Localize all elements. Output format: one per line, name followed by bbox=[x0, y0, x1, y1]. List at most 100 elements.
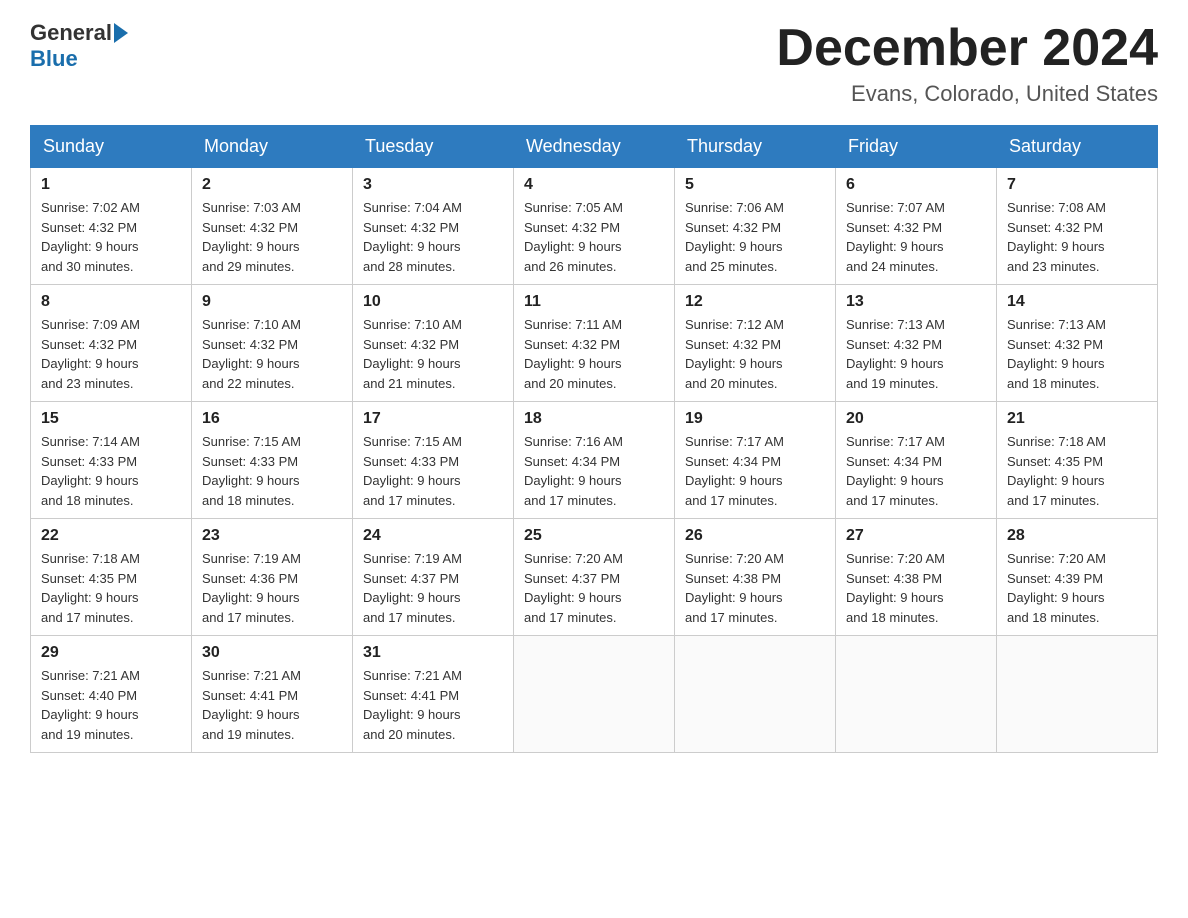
day-number: 15 bbox=[41, 410, 181, 428]
day-info: Sunrise: 7:13 AMSunset: 4:32 PMDaylight:… bbox=[846, 315, 986, 393]
calendar-week-row: 29Sunrise: 7:21 AMSunset: 4:40 PMDayligh… bbox=[31, 636, 1158, 753]
calendar-cell: 29Sunrise: 7:21 AMSunset: 4:40 PMDayligh… bbox=[31, 636, 192, 753]
day-info: Sunrise: 7:20 AMSunset: 4:38 PMDaylight:… bbox=[846, 549, 986, 627]
header-monday: Monday bbox=[192, 126, 353, 168]
calendar-cell bbox=[997, 636, 1158, 753]
calendar-cell: 30 Sunrise: 7:21 AMSunset: 4:41 PMDayligh… bbox=[192, 636, 353, 753]
calendar-cell: 10Sunrise: 7:10 AMSunset: 4:32 PMDayligh… bbox=[353, 285, 514, 402]
calendar-cell: 7Sunrise: 7:08 AMSunset: 4:32 PMDaylight… bbox=[997, 168, 1158, 285]
day-number: 16 bbox=[202, 410, 342, 428]
header-tuesday: Tuesday bbox=[353, 126, 514, 168]
day-number: 6 bbox=[846, 176, 986, 194]
day-info: Sunrise: 7:07 AMSunset: 4:32 PMDaylight:… bbox=[846, 198, 986, 276]
calendar-cell: 12Sunrise: 7:12 AMSunset: 4:32 PMDayligh… bbox=[675, 285, 836, 402]
calendar-cell: 4 Sunrise: 7:05 AMSunset: 4:32 PMDaylight… bbox=[514, 168, 675, 285]
day-number: 20 bbox=[846, 410, 986, 428]
day-info: Sunrise: 7:02 AMSunset: 4:32 PMDaylight:… bbox=[41, 198, 181, 276]
day-info: Sunrise: 7:17 AMSunset: 4:34 PMDaylight:… bbox=[685, 432, 825, 510]
day-number: 12 bbox=[685, 293, 825, 311]
header-sunday: Sunday bbox=[31, 126, 192, 168]
logo-arrow-icon bbox=[114, 23, 128, 43]
calendar-cell: 24Sunrise: 7:19 AMSunset: 4:37 PMDayligh… bbox=[353, 519, 514, 636]
day-info: Sunrise: 7:20 AMSunset: 4:38 PMDaylight:… bbox=[685, 549, 825, 627]
calendar-cell: 19 Sunrise: 7:17 AMSunset: 4:34 PMDayligh… bbox=[675, 402, 836, 519]
day-info: Sunrise: 7:21 AMSunset: 4:41 PMDaylight:… bbox=[202, 666, 342, 744]
day-number: 30 bbox=[202, 644, 342, 662]
calendar-cell: 11 Sunrise: 7:11 AMSunset: 4:32 PMDayligh… bbox=[514, 285, 675, 402]
day-number: 2 bbox=[202, 176, 342, 194]
day-number: 22 bbox=[41, 527, 181, 545]
day-number: 25 bbox=[524, 527, 664, 545]
calendar-cell: 13 Sunrise: 7:13 AMSunset: 4:32 PMDayligh… bbox=[836, 285, 997, 402]
logo-blue-text: Blue bbox=[30, 46, 78, 72]
day-number: 14 bbox=[1007, 293, 1147, 311]
header-friday: Friday bbox=[836, 126, 997, 168]
calendar-cell: 28 Sunrise: 7:20 AMSunset: 4:39 PMDayligh… bbox=[997, 519, 1158, 636]
day-info: Sunrise: 7:16 AMSunset: 4:34 PMDaylight:… bbox=[524, 432, 664, 510]
day-number: 10 bbox=[363, 293, 503, 311]
day-info: Sunrise: 7:15 AMSunset: 4:33 PMDaylight:… bbox=[202, 432, 342, 510]
day-number: 21 bbox=[1007, 410, 1147, 428]
calendar-cell: 15Sunrise: 7:14 AMSunset: 4:33 PMDayligh… bbox=[31, 402, 192, 519]
day-info: Sunrise: 7:18 AMSunset: 4:35 PMDaylight:… bbox=[1007, 432, 1147, 510]
calendar-cell: 8 Sunrise: 7:09 AMSunset: 4:32 PMDaylight… bbox=[31, 285, 192, 402]
calendar-cell bbox=[675, 636, 836, 753]
header: General Blue December 2024 Evans, Colora… bbox=[30, 20, 1158, 107]
calendar-cell: 22 Sunrise: 7:18 AMSunset: 4:35 PMDayligh… bbox=[31, 519, 192, 636]
calendar-cell: 14Sunrise: 7:13 AMSunset: 4:32 PMDayligh… bbox=[997, 285, 1158, 402]
calendar-cell: 3Sunrise: 7:04 AMSunset: 4:32 PMDaylight… bbox=[353, 168, 514, 285]
calendar-cell: 6 Sunrise: 7:07 AMSunset: 4:32 PMDaylight… bbox=[836, 168, 997, 285]
day-number: 4 bbox=[524, 176, 664, 194]
day-info: Sunrise: 7:03 AMSunset: 4:32 PMDaylight:… bbox=[202, 198, 342, 276]
calendar-cell: 31 Sunrise: 7:21 AMSunset: 4:41 PMDayligh… bbox=[353, 636, 514, 753]
calendar-cell: 27 Sunrise: 7:20 AMSunset: 4:38 PMDayligh… bbox=[836, 519, 997, 636]
day-number: 28 bbox=[1007, 527, 1147, 545]
day-info: Sunrise: 7:18 AMSunset: 4:35 PMDaylight:… bbox=[41, 549, 181, 627]
day-info: Sunrise: 7:05 AMSunset: 4:32 PMDaylight:… bbox=[524, 198, 664, 276]
calendar-cell: 2 Sunrise: 7:03 AMSunset: 4:32 PMDaylight… bbox=[192, 168, 353, 285]
calendar-cell: 25 Sunrise: 7:20 AMSunset: 4:37 PMDayligh… bbox=[514, 519, 675, 636]
calendar-cell: 17Sunrise: 7:15 AMSunset: 4:33 PMDayligh… bbox=[353, 402, 514, 519]
day-info: Sunrise: 7:17 AMSunset: 4:34 PMDaylight:… bbox=[846, 432, 986, 510]
calendar-cell: 1 Sunrise: 7:02 AMSunset: 4:32 PMDaylight… bbox=[31, 168, 192, 285]
calendar-cell bbox=[836, 636, 997, 753]
calendar-week-row: 1 Sunrise: 7:02 AMSunset: 4:32 PMDaylight… bbox=[31, 168, 1158, 285]
calendar-cell: 23 Sunrise: 7:19 AMSunset: 4:36 PMDayligh… bbox=[192, 519, 353, 636]
calendar-cell: 26 Sunrise: 7:20 AMSunset: 4:38 PMDayligh… bbox=[675, 519, 836, 636]
calendar-cell: 5Sunrise: 7:06 AMSunset: 4:32 PMDaylight… bbox=[675, 168, 836, 285]
day-number: 11 bbox=[524, 293, 664, 311]
header-thursday: Thursday bbox=[675, 126, 836, 168]
day-info: Sunrise: 7:21 AMSunset: 4:40 PMDaylight:… bbox=[41, 666, 181, 744]
day-info: Sunrise: 7:21 AMSunset: 4:41 PMDaylight:… bbox=[363, 666, 503, 744]
day-number: 26 bbox=[685, 527, 825, 545]
day-number: 27 bbox=[846, 527, 986, 545]
calendar-cell: 20 Sunrise: 7:17 AMSunset: 4:34 PMDayligh… bbox=[836, 402, 997, 519]
calendar-cell bbox=[514, 636, 675, 753]
day-number: 8 bbox=[41, 293, 181, 311]
day-number: 13 bbox=[846, 293, 986, 311]
calendar-week-row: 15Sunrise: 7:14 AMSunset: 4:33 PMDayligh… bbox=[31, 402, 1158, 519]
day-info: Sunrise: 7:11 AMSunset: 4:32 PMDaylight:… bbox=[524, 315, 664, 393]
calendar-table: SundayMondayTuesdayWednesdayThursdayFrid… bbox=[30, 125, 1158, 753]
day-number: 9 bbox=[202, 293, 342, 311]
day-info: Sunrise: 7:10 AMSunset: 4:32 PMDaylight:… bbox=[202, 315, 342, 393]
day-number: 23 bbox=[202, 527, 342, 545]
day-info: Sunrise: 7:20 AMSunset: 4:39 PMDaylight:… bbox=[1007, 549, 1147, 627]
calendar-cell: 16 Sunrise: 7:15 AMSunset: 4:33 PMDayligh… bbox=[192, 402, 353, 519]
day-info: Sunrise: 7:09 AMSunset: 4:32 PMDaylight:… bbox=[41, 315, 181, 393]
day-number: 19 bbox=[685, 410, 825, 428]
calendar-cell: 18 Sunrise: 7:16 AMSunset: 4:34 PMDayligh… bbox=[514, 402, 675, 519]
day-info: Sunrise: 7:19 AMSunset: 4:36 PMDaylight:… bbox=[202, 549, 342, 627]
logo: General Blue bbox=[30, 20, 130, 72]
day-number: 31 bbox=[363, 644, 503, 662]
day-number: 5 bbox=[685, 176, 825, 194]
logo-general-text: General bbox=[30, 20, 112, 46]
day-number: 3 bbox=[363, 176, 503, 194]
calendar-week-row: 8 Sunrise: 7:09 AMSunset: 4:32 PMDaylight… bbox=[31, 285, 1158, 402]
day-number: 17 bbox=[363, 410, 503, 428]
day-number: 18 bbox=[524, 410, 664, 428]
calendar-cell: 21 Sunrise: 7:18 AMSunset: 4:35 PMDayligh… bbox=[997, 402, 1158, 519]
calendar-week-row: 22 Sunrise: 7:18 AMSunset: 4:35 PMDayligh… bbox=[31, 519, 1158, 636]
day-number: 1 bbox=[41, 176, 181, 194]
day-info: Sunrise: 7:20 AMSunset: 4:37 PMDaylight:… bbox=[524, 549, 664, 627]
